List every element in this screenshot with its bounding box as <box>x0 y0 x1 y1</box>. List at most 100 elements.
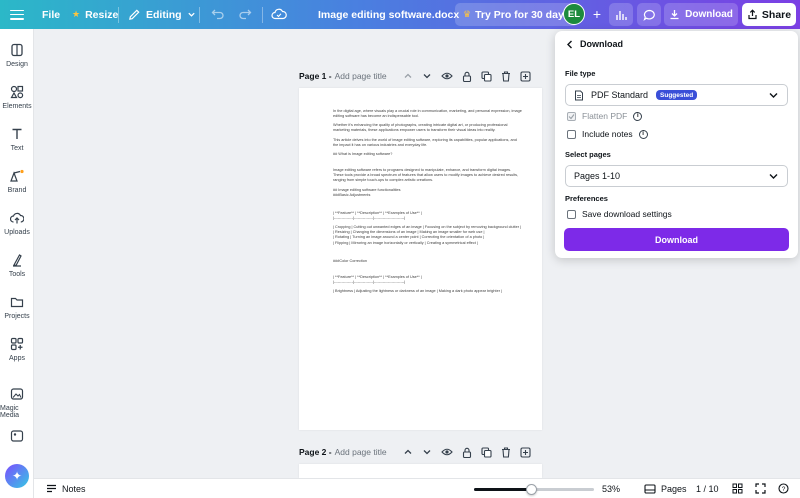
sidebar-item-apps[interactable]: Apps <box>0 337 34 362</box>
page-number: Page 1 - <box>299 71 332 81</box>
document-title[interactable]: Image editing software.docx <box>318 0 459 29</box>
download-button[interactable]: Download <box>664 3 738 26</box>
comment-icon <box>642 9 655 21</box>
sidebar-item-tools[interactable]: Tools <box>0 253 34 278</box>
move-page-up-button[interactable] <box>403 447 413 457</box>
add-page-icon <box>520 70 531 82</box>
page-1-canvas[interactable]: In the digital age, where visuals play a… <box>299 88 542 430</box>
sidebar-item-design[interactable]: Design <box>0 43 34 68</box>
hamburger-icon <box>10 9 24 20</box>
lock-icon <box>462 447 472 458</box>
duplicate-page-button[interactable] <box>481 70 492 82</box>
sidebar-item-label: Text <box>10 145 24 152</box>
download-panel-header[interactable]: Download <box>566 39 623 49</box>
zoom-level[interactable]: 53% <box>602 484 620 494</box>
bottom-bar: Notes 53% Pages 1 / 10 ? <box>34 478 800 498</box>
download-submit-button[interactable]: Download <box>564 228 789 251</box>
sidebar-item-magic-media[interactable]: Magic Media <box>0 387 34 419</box>
info-icon[interactable]: i <box>633 111 643 121</box>
help-button[interactable]: ? <box>778 483 789 494</box>
image-icon <box>10 430 24 442</box>
trash-icon <box>502 446 510 458</box>
suggested-badge: Suggested <box>656 90 698 100</box>
sidebar-item-text[interactable]: Text <box>0 127 34 152</box>
file-type-label: File type <box>565 69 596 78</box>
document-body: In the digital age, where visuals play a… <box>299 88 542 294</box>
lock-page-button[interactable] <box>462 71 472 82</box>
cloud-check-icon <box>271 8 287 20</box>
add-page-button[interactable] <box>520 70 531 82</box>
select-pages-label: Select pages <box>565 150 611 159</box>
duplicate-icon <box>481 446 492 458</box>
info-icon[interactable]: i <box>638 129 648 139</box>
resize-button[interactable]: ★ Resize <box>72 0 118 29</box>
undo-icon <box>211 9 224 20</box>
duplicate-icon <box>481 70 492 82</box>
editing-mode-button[interactable]: Editing <box>128 0 196 29</box>
flatten-pdf-checkbox[interactable]: Flatten PDF i <box>567 111 643 121</box>
file-menu-button[interactable]: File <box>42 0 60 29</box>
share-label: Share <box>761 8 792 21</box>
add-page-button[interactable] <box>520 446 531 458</box>
main-menu-button[interactable] <box>0 0 24 29</box>
move-page-down-button[interactable] <box>422 447 432 457</box>
expand-icon <box>755 483 766 494</box>
sidebar-item-brand[interactable]: Brand <box>0 169 34 194</box>
duplicate-page-button[interactable] <box>481 446 492 458</box>
add-page-title-input[interactable]: Add page title <box>335 447 387 457</box>
zoom-slider-handle[interactable] <box>526 484 537 495</box>
try-pro-button[interactable]: ♛ Try Pro for 30 days <box>455 3 578 26</box>
crown-icon: ★ <box>72 9 81 19</box>
eye-icon <box>441 448 453 456</box>
sidebar-item-uploads[interactable]: Uploads <box>0 211 34 236</box>
magic-media-icon <box>10 388 24 400</box>
move-page-down-button[interactable] <box>422 71 432 81</box>
insights-button[interactable] <box>609 3 633 26</box>
include-notes-checkbox[interactable]: Include notes i <box>567 129 648 139</box>
preferences-label: Preferences <box>565 194 608 203</box>
add-page-title-input[interactable]: Add page title <box>335 71 387 81</box>
pages-button[interactable]: Pages <box>644 484 687 494</box>
zoom-slider-fill <box>474 488 531 491</box>
magic-assistant-button[interactable]: ✦ <box>5 464 29 488</box>
checkbox-unchecked-icon <box>567 129 576 139</box>
file-label: File <box>42 8 61 21</box>
delete-page-button[interactable] <box>501 446 511 458</box>
chevron-up-icon <box>404 449 412 454</box>
lock-page-button[interactable] <box>462 447 472 458</box>
plus-icon: + <box>592 6 602 22</box>
undo-button[interactable] <box>207 3 229 25</box>
share-icon <box>748 9 757 20</box>
redo-button[interactable] <box>234 3 256 25</box>
fullscreen-button[interactable] <box>755 483 766 494</box>
chevron-down-icon <box>187 12 195 17</box>
download-icon <box>670 10 679 20</box>
grid-view-button[interactable] <box>732 483 743 494</box>
page-2-canvas[interactable] <box>299 464 542 478</box>
share-button[interactable]: Share <box>742 3 796 26</box>
svg-text:?: ? <box>782 486 786 493</box>
sidebar-item-label: Magic Media <box>0 405 20 419</box>
delete-page-button[interactable] <box>501 70 511 82</box>
divider <box>262 7 263 23</box>
sidebar-item-projects[interactable]: Projects <box>0 295 34 320</box>
file-type-select[interactable]: PDF Standard Suggested <box>565 84 788 106</box>
page-1-header: Page 1 - Add page title <box>299 69 387 83</box>
sidebar-item-elements[interactable]: Elements <box>0 85 34 110</box>
select-pages-dropdown[interactable]: Pages 1-10 <box>565 165 788 187</box>
save-settings-checkbox[interactable]: Save download settings <box>567 209 672 219</box>
sidebar-item-more[interactable] <box>0 429 34 447</box>
avatar[interactable]: EL <box>563 3 585 25</box>
hide-page-button[interactable] <box>441 447 453 457</box>
zoom-slider[interactable] <box>474 484 594 495</box>
move-page-up-button[interactable] <box>403 71 413 81</box>
comments-button[interactable] <box>637 3 661 26</box>
page-2-toolbar <box>403 445 531 459</box>
sparkle-icon: ✦ <box>11 469 23 483</box>
add-collaborator-button[interactable]: + <box>587 4 607 24</box>
divider <box>199 7 200 23</box>
cloud-save-button[interactable] <box>268 3 290 25</box>
notes-button[interactable]: Notes <box>46 484 86 494</box>
hide-page-button[interactable] <box>441 71 453 81</box>
doc-table-rows: | Brightness | Adjusting the lightness o… <box>333 289 502 294</box>
